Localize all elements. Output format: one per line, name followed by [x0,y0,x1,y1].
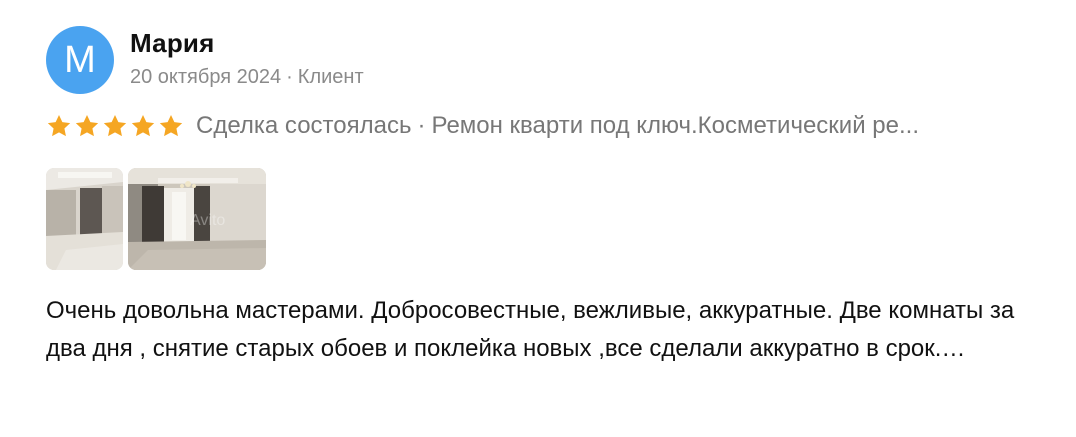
star-icon [74,113,100,139]
review-date: 20 октября 2024 [130,66,282,88]
deal-info: Сделка состоялась · Ремон кварти под ключ.… [196,112,919,140]
star-icon [158,113,184,139]
star-icon [102,113,128,139]
review-meta: 20 октября 2024 · Клиент [130,66,364,89]
review-photos: Avito [46,168,266,270]
rating-row: Сделка состоялась · Ремон кварти под ключ.… [46,112,1046,140]
author-role: Клиент [297,66,364,88]
star-icon [130,113,156,139]
review-text: Очень довольна мастерами. Добросовестные… [46,297,1015,362]
photo-watermark: Avito [190,212,226,229]
star-icon [46,113,72,139]
review-photo-2[interactable]: Avito [128,168,266,270]
deal-separator: · [417,112,426,139]
meta-separator: · [286,66,293,88]
author-name[interactable]: Мария [130,28,214,59]
review-card: М Мария 20 октября 2024 · Клиент Сделка со… [0,0,1076,437]
deal-status: Сделка состоялась [196,112,412,139]
avatar-initial: М [64,38,96,81]
star-rating [46,113,184,139]
review-photo-1[interactable] [46,168,123,270]
avatar[interactable]: М [46,26,114,94]
service-title[interactable]: Ремон кварти под ключ.Косметический ре..… [431,112,919,139]
